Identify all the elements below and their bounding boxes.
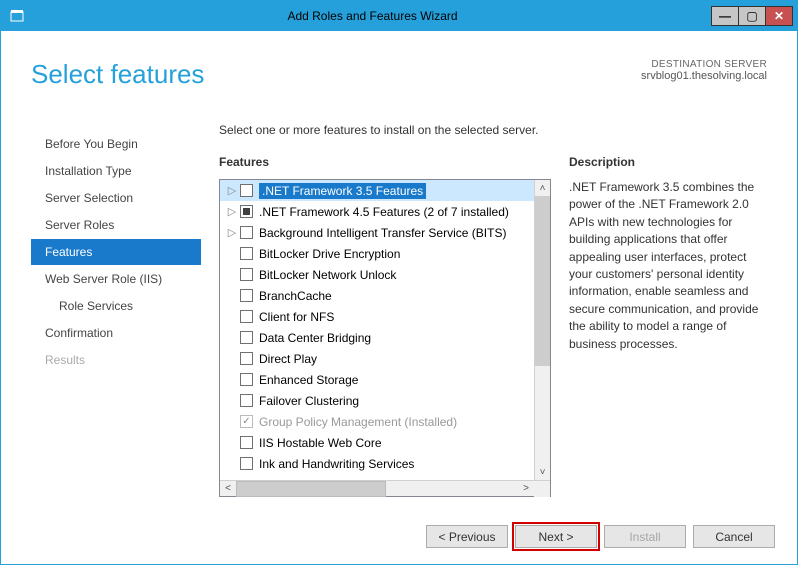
expander-icon[interactable]: ▷ bbox=[226, 226, 238, 239]
feature-checkbox[interactable] bbox=[240, 205, 253, 218]
sidebar-item-server-selection[interactable]: Server Selection bbox=[31, 185, 201, 211]
feature-checkbox[interactable] bbox=[240, 436, 253, 449]
feature-label: BranchCache bbox=[259, 289, 332, 303]
feature-checkbox[interactable] bbox=[240, 247, 253, 260]
feature-label: Client for NFS bbox=[259, 310, 334, 324]
close-button[interactable]: ✕ bbox=[765, 6, 793, 26]
horizontal-scrollbar[interactable]: ˂ ˃ bbox=[220, 480, 550, 496]
feature-checkbox[interactable] bbox=[240, 310, 253, 323]
feature-row[interactable]: Direct Play bbox=[220, 348, 536, 369]
feature-checkbox[interactable] bbox=[240, 331, 253, 344]
scroll-corner bbox=[534, 481, 550, 497]
sidebar-item-before-you-begin[interactable]: Before You Begin bbox=[31, 131, 201, 157]
content-pane: Select features DESTINATION SERVER srvbl… bbox=[1, 31, 797, 564]
expander-icon[interactable]: ▷ bbox=[226, 205, 238, 218]
scroll-right-icon[interactable]: ˃ bbox=[518, 483, 534, 494]
sidebar-nav: Before You BeginInstallation TypeServer … bbox=[31, 131, 201, 374]
features-list[interactable]: ▷ .NET Framework 3.5 Features ▷ .NET Framew… bbox=[220, 180, 536, 480]
wizard-window: Add Roles and Features Wizard — ▢ ✕ Sele… bbox=[0, 0, 798, 565]
feature-label: Direct Play bbox=[259, 352, 317, 366]
feature-label: Failover Clustering bbox=[259, 394, 359, 408]
feature-row[interactable]: Ink and Handwriting Services bbox=[220, 453, 536, 474]
install-button[interactable]: Install bbox=[604, 525, 686, 548]
scroll-up-icon[interactable]: ˄ bbox=[535, 180, 550, 196]
feature-label: Ink and Handwriting Services bbox=[259, 457, 414, 471]
window-controls: — ▢ ✕ bbox=[712, 6, 793, 26]
feature-row[interactable]: BitLocker Drive Encryption bbox=[220, 243, 536, 264]
sidebar-item-server-roles[interactable]: Server Roles bbox=[31, 212, 201, 238]
feature-row[interactable]: ▷ Background Intelligent Transfer Service… bbox=[220, 222, 536, 243]
feature-checkbox[interactable] bbox=[240, 268, 253, 281]
feature-checkbox[interactable] bbox=[240, 415, 253, 428]
destination-label: DESTINATION SERVER bbox=[641, 59, 767, 70]
sidebar-item-installation-type[interactable]: Installation Type bbox=[31, 158, 201, 184]
feature-label: Group Policy Management (Installed) bbox=[259, 415, 457, 429]
maximize-button[interactable]: ▢ bbox=[738, 6, 766, 26]
feature-label: BitLocker Drive Encryption bbox=[259, 247, 400, 261]
feature-checkbox[interactable] bbox=[240, 457, 253, 470]
vertical-scrollbar[interactable]: ˄ ˅ bbox=[534, 180, 550, 480]
feature-row[interactable]: Group Policy Management (Installed) bbox=[220, 411, 536, 432]
description-column: Description .NET Framework 3.5 combines … bbox=[569, 155, 767, 497]
feature-row[interactable]: Client for NFS bbox=[220, 306, 536, 327]
feature-checkbox[interactable] bbox=[240, 289, 253, 302]
feature-checkbox[interactable] bbox=[240, 373, 253, 386]
vscroll-thumb[interactable] bbox=[535, 196, 550, 366]
feature-row[interactable]: Data Center Bridging bbox=[220, 327, 536, 348]
feature-row[interactable]: Enhanced Storage bbox=[220, 369, 536, 390]
destination-box: DESTINATION SERVER srvblog01.thesolving.… bbox=[641, 59, 767, 90]
features-heading: Features bbox=[219, 155, 551, 169]
window-title: Add Roles and Features Wizard bbox=[33, 9, 712, 23]
feature-label: .NET Framework 3.5 Features bbox=[259, 183, 426, 199]
feature-label: Data Center Bridging bbox=[259, 331, 371, 345]
feature-checkbox[interactable] bbox=[240, 394, 253, 407]
feature-checkbox[interactable] bbox=[240, 226, 253, 239]
minimize-button[interactable]: — bbox=[711, 6, 739, 26]
sidebar-item-web-server-role-iis-[interactable]: Web Server Role (IIS) bbox=[31, 266, 201, 292]
titlebar: Add Roles and Features Wizard — ▢ ✕ bbox=[1, 1, 797, 31]
instruction-text: Select one or more features to install o… bbox=[219, 123, 767, 137]
hscroll-thumb[interactable] bbox=[236, 481, 386, 497]
feature-checkbox[interactable] bbox=[240, 352, 253, 365]
sidebar-item-role-services[interactable]: Role Services bbox=[31, 293, 201, 319]
feature-row[interactable]: Failover Clustering bbox=[220, 390, 536, 411]
feature-row[interactable]: ▷ .NET Framework 3.5 Features bbox=[220, 180, 536, 201]
feature-row[interactable]: BitLocker Network Unlock bbox=[220, 264, 536, 285]
app-icon bbox=[7, 6, 27, 26]
expander-icon[interactable]: ▷ bbox=[226, 184, 238, 197]
feature-row[interactable]: BranchCache bbox=[220, 285, 536, 306]
sidebar-item-features[interactable]: Features bbox=[31, 239, 201, 265]
description-text: .NET Framework 3.5 combines the power of… bbox=[569, 179, 767, 353]
page-title: Select features bbox=[31, 59, 204, 90]
next-button[interactable]: Next > bbox=[515, 525, 597, 548]
sidebar-item-results: Results bbox=[31, 347, 201, 373]
feature-label: Background Intelligent Transfer Service … bbox=[259, 226, 506, 240]
scroll-down-icon[interactable]: ˅ bbox=[535, 464, 550, 480]
destination-server: srvblog01.thesolving.local bbox=[641, 70, 767, 82]
feature-checkbox[interactable] bbox=[240, 184, 253, 197]
feature-label: .NET Framework 4.5 Features (2 of 7 inst… bbox=[259, 205, 509, 219]
features-tree: ▷ .NET Framework 3.5 Features ▷ .NET Framew… bbox=[219, 179, 551, 497]
feature-label: Enhanced Storage bbox=[259, 373, 358, 387]
feature-row[interactable]: IIS Hostable Web Core bbox=[220, 432, 536, 453]
previous-button[interactable]: < Previous bbox=[426, 525, 508, 548]
feature-label: IIS Hostable Web Core bbox=[259, 436, 382, 450]
feature-row[interactable]: ▷ .NET Framework 4.5 Features (2 of 7 ins… bbox=[220, 201, 536, 222]
header-row: Select features DESTINATION SERVER srvbl… bbox=[31, 59, 767, 90]
scroll-left-icon[interactable]: ˂ bbox=[220, 483, 236, 494]
feature-label: BitLocker Network Unlock bbox=[259, 268, 396, 282]
sidebar-item-confirmation[interactable]: Confirmation bbox=[31, 320, 201, 346]
description-heading: Description bbox=[569, 155, 767, 169]
main-pane: Select one or more features to install o… bbox=[219, 123, 767, 504]
footer-buttons: < Previous Next > Install Cancel bbox=[426, 525, 775, 548]
cancel-button[interactable]: Cancel bbox=[693, 525, 775, 548]
features-column: Features ▷ .NET Framework 3.5 Features ▷ .N… bbox=[219, 155, 551, 497]
